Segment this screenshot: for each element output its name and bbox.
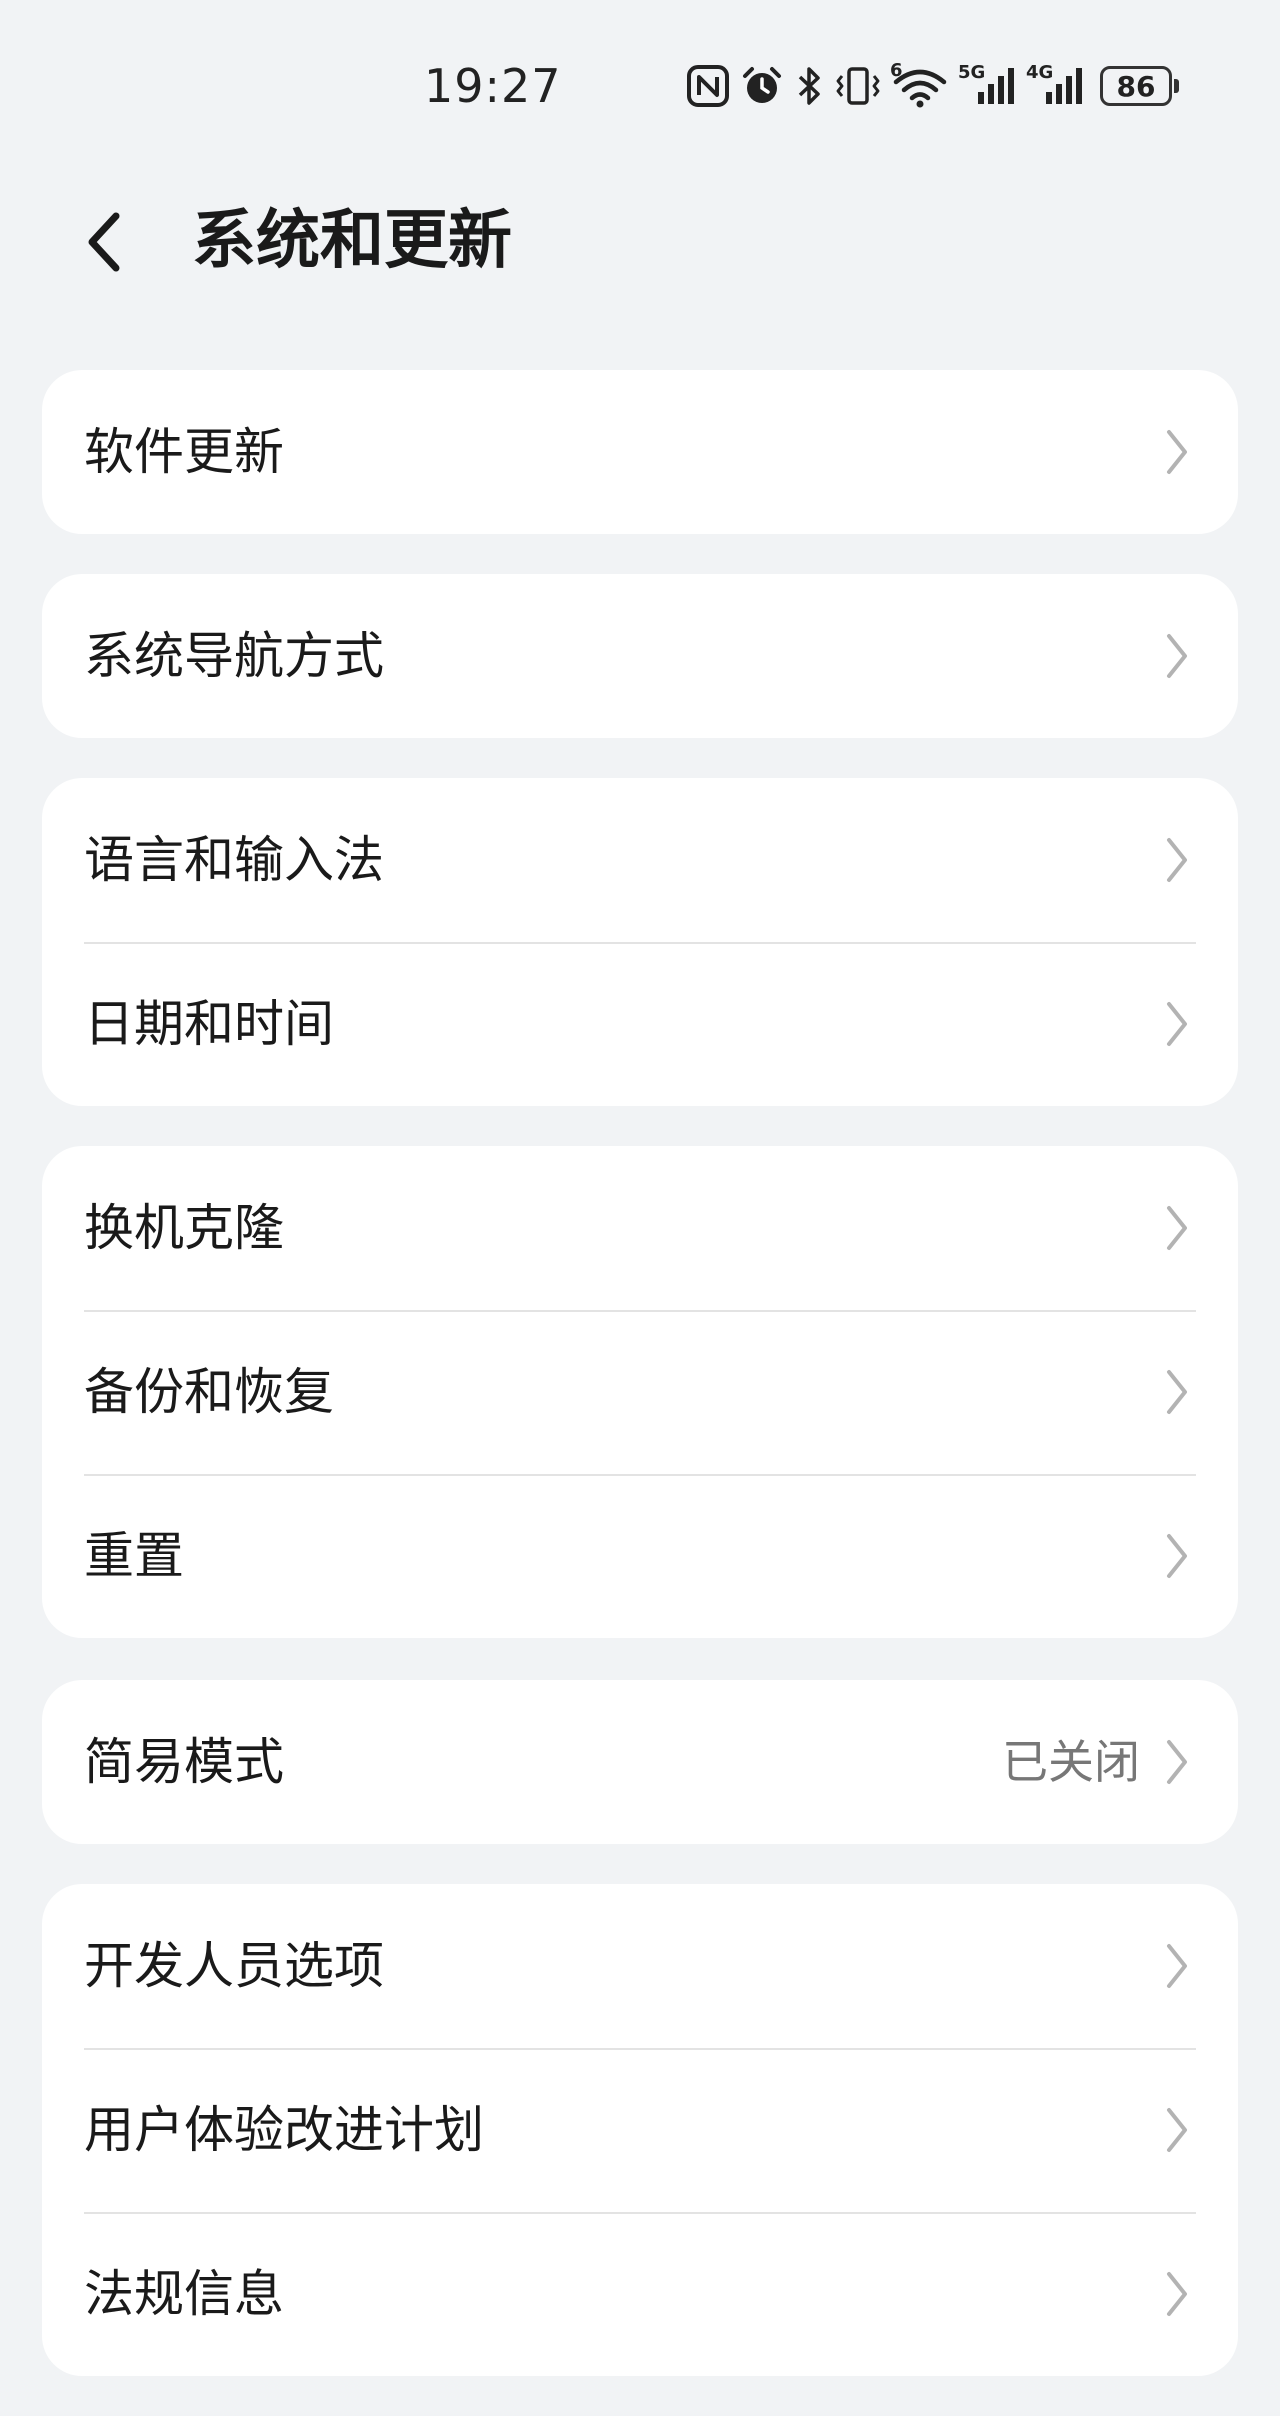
divider bbox=[84, 1474, 1196, 1476]
vibrate-icon bbox=[834, 58, 882, 114]
menu-item-label: 系统导航方式 bbox=[84, 627, 384, 685]
chevron-right-icon bbox=[1160, 2264, 1194, 2324]
menu-item-label: 备份和恢复 bbox=[84, 1363, 334, 1421]
menu-item-software-update[interactable]: 软件更新 bbox=[42, 370, 1238, 534]
battery-level: 86 bbox=[1100, 66, 1172, 106]
menu-item-label: 简易模式 bbox=[84, 1733, 284, 1791]
battery-cap bbox=[1174, 79, 1179, 93]
menu-item-backup-restore[interactable]: 备份和恢复 bbox=[42, 1310, 1238, 1474]
menu-item-label: 用户体验改进计划 bbox=[84, 2101, 484, 2159]
signal-5g-label: 5G bbox=[958, 62, 986, 83]
nfc-icon bbox=[686, 58, 730, 114]
settings-group: 简易模式 已关闭 bbox=[42, 1680, 1238, 1844]
menu-item-regulatory-info[interactable]: 法规信息 bbox=[42, 2212, 1238, 2376]
chevron-right-icon bbox=[1160, 422, 1194, 482]
menu-item-label: 语言和输入法 bbox=[84, 831, 384, 889]
chevron-right-icon bbox=[1160, 994, 1194, 1054]
menu-item-user-experience[interactable]: 用户体验改进计划 bbox=[42, 2048, 1238, 2212]
divider bbox=[84, 1310, 1196, 1312]
menu-item-navigation[interactable]: 系统导航方式 bbox=[42, 574, 1238, 738]
menu-item-label: 软件更新 bbox=[84, 423, 284, 481]
menu-item-date-time[interactable]: 日期和时间 bbox=[42, 942, 1238, 1106]
chevron-right-icon bbox=[1160, 1198, 1194, 1258]
chevron-right-icon bbox=[1160, 626, 1194, 686]
chevron-left-icon bbox=[88, 212, 120, 272]
settings-group: 换机克隆 备份和恢复 重置 bbox=[42, 1146, 1238, 1638]
settings-group: 系统导航方式 bbox=[42, 574, 1238, 738]
back-button[interactable] bbox=[82, 202, 162, 282]
status-time: 19:27 bbox=[424, 59, 562, 113]
bluetooth-icon bbox=[794, 58, 824, 114]
divider bbox=[84, 2048, 1196, 2050]
chevron-right-icon bbox=[1160, 1362, 1194, 1422]
menu-item-reset[interactable]: 重置 bbox=[42, 1474, 1238, 1638]
settings-group: 软件更新 bbox=[42, 370, 1238, 534]
page-title: 系统和更新 bbox=[192, 204, 512, 278]
wifi-icon: 6 bbox=[890, 58, 948, 114]
chevron-right-icon bbox=[1160, 1732, 1194, 1792]
battery-icon: 86 bbox=[1100, 66, 1179, 106]
menu-item-phone-clone[interactable]: 换机克隆 bbox=[42, 1146, 1238, 1310]
divider bbox=[84, 942, 1196, 944]
signal-4g-label: 4G bbox=[1026, 62, 1054, 83]
chevron-right-icon bbox=[1160, 830, 1194, 890]
menu-item-label: 法规信息 bbox=[84, 2265, 284, 2323]
divider bbox=[84, 2212, 1196, 2214]
menu-item-label: 日期和时间 bbox=[84, 995, 334, 1053]
status-icons: 6 5G 4G 86 bbox=[686, 58, 1179, 114]
chevron-right-icon bbox=[1160, 2100, 1194, 2160]
alarm-icon bbox=[740, 58, 784, 114]
settings-group: 开发人员选项 用户体验改进计划 法规信息 bbox=[42, 1884, 1238, 2376]
chevron-right-icon bbox=[1160, 1936, 1194, 1996]
menu-item-label: 换机克隆 bbox=[84, 1199, 284, 1257]
menu-item-simple-mode[interactable]: 简易模式 已关闭 bbox=[42, 1680, 1238, 1844]
signal-5g-icon: 5G bbox=[958, 58, 1016, 114]
status-bar: 19:27 6 5G 4G 86 bbox=[0, 0, 1280, 170]
header: 系统和更新 bbox=[0, 178, 1280, 298]
menu-item-status: 已关闭 bbox=[1002, 1735, 1140, 1789]
wifi-label: 6 bbox=[890, 60, 903, 81]
menu-item-label: 开发人员选项 bbox=[84, 1937, 384, 1995]
settings-group: 语言和输入法 日期和时间 bbox=[42, 778, 1238, 1106]
chevron-right-icon bbox=[1160, 1526, 1194, 1586]
menu-item-developer-options[interactable]: 开发人员选项 bbox=[42, 1884, 1238, 2048]
menu-item-label: 重置 bbox=[84, 1527, 184, 1585]
signal-4g-icon: 4G bbox=[1026, 58, 1084, 114]
menu-item-language-input[interactable]: 语言和输入法 bbox=[42, 778, 1238, 942]
